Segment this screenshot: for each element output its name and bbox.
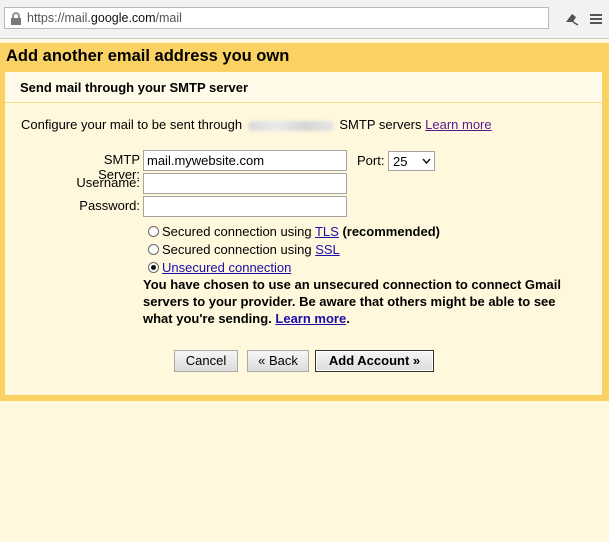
- url-suffix: /mail: [155, 11, 182, 25]
- extension-icon[interactable]: [563, 10, 581, 28]
- url-text: https://mail.google.com/mail: [27, 11, 182, 25]
- password-input[interactable]: [143, 196, 347, 217]
- intro-text: Configure your mail to be sent through S…: [21, 117, 492, 132]
- radio-label-prefix: Secured connection using: [162, 224, 315, 239]
- radio-button-selected[interactable]: [148, 262, 159, 273]
- section-title: Send mail through your SMTP server: [20, 80, 249, 95]
- password-label: Password:: [79, 198, 140, 213]
- warning-learn-more-link[interactable]: Learn more: [275, 311, 346, 326]
- learn-more-link[interactable]: Learn more: [425, 117, 491, 132]
- intro-after: SMTP servers: [339, 117, 422, 132]
- url-prefix: https://mail.: [27, 11, 91, 25]
- section-header: Send mail through your SMTP server: [5, 72, 602, 103]
- radio-label-suffix: (recommended): [338, 224, 440, 239]
- radio-label-prefix: Secured connection using: [162, 242, 316, 257]
- username-label: Username:: [76, 175, 140, 190]
- tls-link[interactable]: TLS: [315, 224, 339, 239]
- warning-period: .: [346, 311, 350, 326]
- unsecured-warning: You have chosen to use an unsecured conn…: [143, 276, 583, 327]
- smtp-server-input[interactable]: [143, 150, 347, 171]
- chevron-down-icon: [422, 158, 431, 165]
- add-account-button[interactable]: Add Account »: [315, 350, 434, 372]
- browser-toolbar: https://mail.google.com/mail: [0, 0, 609, 39]
- dialog-body: Send mail through your SMTP server Confi…: [5, 72, 602, 395]
- ssl-link[interactable]: SSL: [315, 242, 340, 257]
- dialog-title: Add another email address you own: [6, 47, 290, 65]
- lock-icon: [11, 12, 21, 25]
- address-bar[interactable]: https://mail.google.com/mail: [4, 7, 549, 29]
- radio-button[interactable]: [148, 226, 159, 237]
- warning-text: You have chosen to use an unsecured conn…: [143, 277, 562, 326]
- port-select[interactable]: 25: [388, 151, 435, 171]
- intro-before: Configure your mail to be sent through: [21, 117, 243, 132]
- username-input[interactable]: [143, 173, 347, 194]
- radio-button[interactable]: [148, 244, 159, 255]
- dialog-bottom-border: [0, 400, 609, 401]
- redacted-domain: [247, 120, 334, 131]
- back-button[interactable]: « Back: [247, 350, 309, 372]
- radio-option-tls[interactable]: Secured connection using TLS (recommende…: [148, 224, 440, 239]
- unsecured-connection-link[interactable]: Unsecured connection: [162, 260, 291, 275]
- port-label: Port:: [357, 153, 385, 168]
- menu-icon[interactable]: [587, 10, 605, 28]
- port-value: 25: [393, 154, 408, 169]
- radio-option-ssl[interactable]: Secured connection using SSL: [148, 242, 340, 257]
- cancel-button[interactable]: Cancel: [174, 350, 238, 372]
- url-domain: google.com: [90, 11, 156, 25]
- radio-option-unsecured[interactable]: Unsecured connection: [148, 260, 291, 275]
- dialog: Send mail through your SMTP server Confi…: [0, 70, 609, 400]
- dialog-title-bar: Add another email address you own: [0, 43, 609, 70]
